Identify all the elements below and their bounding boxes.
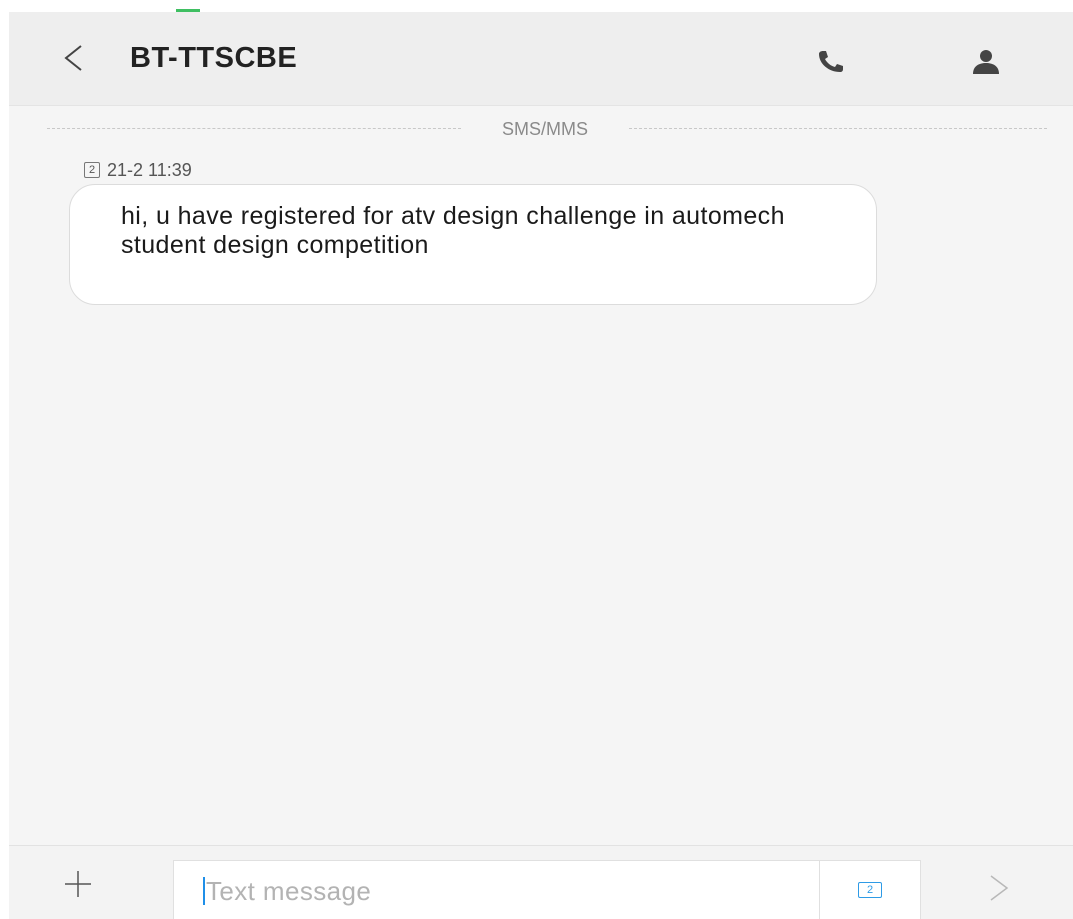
plus-icon <box>65 871 91 897</box>
message-bubble[interactable]: hi, u have registered for atv design cha… <box>69 184 877 305</box>
contact-button[interactable] <box>963 40 1009 84</box>
person-icon <box>973 50 999 74</box>
message-input-wrapper[interactable] <box>173 860 819 919</box>
sim-selector-button[interactable]: 2 <box>819 860 921 919</box>
add-attachment-button[interactable] <box>59 865 97 903</box>
messaging-screen: BT-TTSCBE SMS/MMS 2 21-2 11:39 hi, u hav… <box>9 12 1073 919</box>
chevron-right-icon <box>990 875 1009 901</box>
send-button[interactable] <box>981 870 1017 906</box>
channel-divider: SMS/MMS <box>47 119 1047 139</box>
sim-card-icon: 2 <box>84 162 100 178</box>
divider-line <box>47 128 461 129</box>
text-cursor <box>203 877 205 905</box>
divider-line <box>629 128 1047 129</box>
phone-icon <box>819 51 843 72</box>
conversation-header: BT-TTSCBE <box>9 12 1073 106</box>
composer-bar: 2 <box>9 845 1073 919</box>
sim-card-icon: 2 <box>858 882 882 898</box>
call-button[interactable] <box>809 40 853 84</box>
contact-title: BT-TTSCBE <box>130 42 298 74</box>
chevron-left-icon <box>64 45 82 71</box>
message-meta: 2 21-2 11:39 <box>84 160 192 180</box>
channel-label: SMS/MMS <box>501 119 588 139</box>
message-timestamp: 21-2 11:39 <box>107 159 192 180</box>
back-button[interactable] <box>49 34 97 82</box>
message-text: hi, u have registered for atv design cha… <box>121 202 785 259</box>
message-input[interactable] <box>206 869 786 913</box>
